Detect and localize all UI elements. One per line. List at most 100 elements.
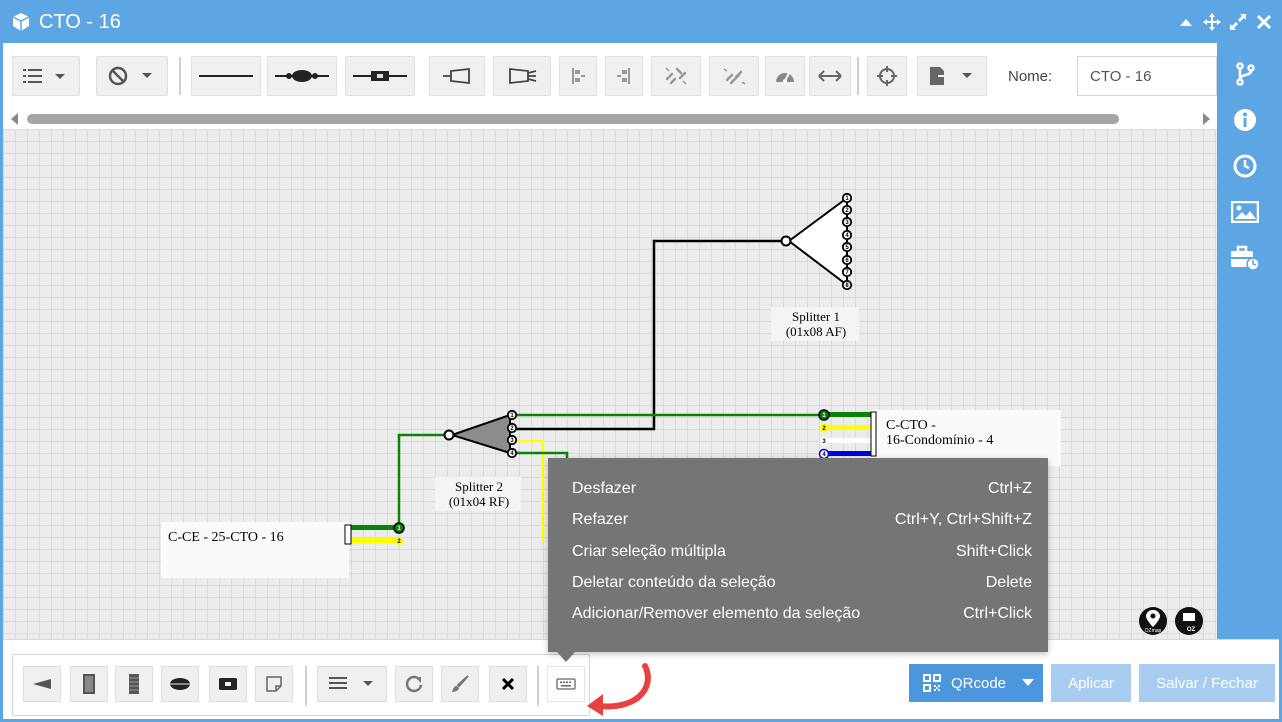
- collapse-icon[interactable]: [1175, 11, 1197, 33]
- shortcut-label: Adicionar/Remover elemento da seleção: [572, 605, 861, 622]
- cable-line-button[interactable]: [191, 56, 261, 96]
- image-icon[interactable]: [1230, 197, 1260, 227]
- export-menu-button[interactable]: [917, 56, 987, 96]
- oz-logo: OZ: [1175, 607, 1203, 635]
- arrows-horizontal-button[interactable]: [809, 56, 851, 96]
- qrcode-icon: [923, 674, 941, 692]
- cube-icon: [12, 13, 30, 31]
- shortcut-label: Deletar conteúdo da seleção: [572, 574, 776, 591]
- keyboard-shortcuts-tooltip: Desfazer Ctrl+Z Refazer Ctrl+Y, Ctrl+Shi…: [548, 458, 1048, 652]
- delete-icon: [501, 677, 515, 691]
- shortcut-keys: Ctrl+Y, Ctrl+Shift+Z: [894, 511, 1032, 528]
- unlink-button[interactable]: [651, 56, 701, 96]
- dashboard-icon: [776, 72, 794, 83]
- shortcut-keys: Ctrl+Z: [988, 480, 1032, 497]
- shortcut-keys: Shift+Click: [955, 543, 1032, 560]
- bottom-separator: [305, 666, 307, 706]
- splitter-2[interactable]: 1 2 3 4 Splitter 2 (01x04 RF): [435, 409, 521, 511]
- info-icon[interactable]: [1230, 105, 1260, 135]
- link-icon: [723, 68, 746, 85]
- connector-tool-button[interactable]: [209, 666, 247, 702]
- toolbox-icon[interactable]: [1230, 243, 1260, 273]
- expand-icon[interactable]: [1227, 11, 1249, 33]
- fiber-black-wire[interactable]: [512, 239, 782, 431]
- shortcut-label: Desfazer: [572, 480, 637, 497]
- chevron-down-icon: [1022, 679, 1035, 686]
- delete-button[interactable]: [489, 666, 527, 702]
- shortcut-label: Criar seleção múltipla: [572, 543, 726, 560]
- align-left-button[interactable]: [559, 56, 597, 96]
- box-tool-icon: [83, 674, 95, 694]
- toolbar-separator: [857, 57, 859, 95]
- link-button[interactable]: [709, 56, 759, 96]
- aplicar-button[interactable]: Aplicar: [1051, 664, 1131, 702]
- shortcut-row-undo: Desfazer Ctrl+Z: [548, 474, 1048, 505]
- splitter-in-button[interactable]: [429, 56, 485, 96]
- box-tool-button[interactable]: [70, 666, 108, 702]
- nome-label: Nome:: [1008, 68, 1053, 85]
- keyboard-shortcuts-button[interactable]: [547, 666, 585, 702]
- splitter-out-button[interactable]: [493, 56, 551, 96]
- align-right-icon: [617, 68, 630, 84]
- splitter2-type: (01x04 RF): [449, 494, 509, 509]
- column-tool-button[interactable]: [115, 666, 153, 702]
- ban-icon: [108, 66, 152, 86]
- splitter-out-icon: [509, 67, 537, 85]
- cto-editor-window: CTO - 16 Nome: CTO - 16 1 2 3 4 5 6 7 8 …: [0, 0, 1282, 722]
- dashboard-button[interactable]: [765, 56, 805, 96]
- cable-ce-name: C-CE - 25-CTO - 16: [168, 530, 284, 545]
- top-toolbar: Nome:: [3, 43, 1217, 109]
- branch-icon[interactable]: [1230, 59, 1260, 89]
- eye-tool-button[interactable]: [161, 666, 199, 702]
- cable-line-icon: [199, 75, 253, 77]
- qrcode-button[interactable]: QRcode: [909, 664, 1043, 702]
- shortcut-row-toggle-selection: Adicionar/Remover elemento da seleção Ct…: [548, 599, 1048, 630]
- scroll-right-icon[interactable]: [1203, 113, 1210, 125]
- ban-menu-button[interactable]: [96, 56, 168, 96]
- column-tool-icon: [129, 674, 139, 694]
- nome-input[interactable]: [1077, 56, 1217, 96]
- align-left-icon: [572, 68, 585, 84]
- splitter-tool-button[interactable]: [23, 666, 61, 702]
- align-right-button[interactable]: [605, 56, 643, 96]
- move-icon[interactable]: [1201, 11, 1223, 33]
- note-tool-button[interactable]: [255, 666, 293, 702]
- keyboard-icon: [556, 678, 576, 690]
- toolbar-separator: [179, 57, 181, 95]
- list-menu-button[interactable]: [12, 56, 80, 96]
- align-menu-button[interactable]: [317, 666, 387, 702]
- salvar-fechar-button[interactable]: Salvar / Fechar: [1139, 664, 1275, 702]
- clock-icon[interactable]: [1230, 151, 1260, 181]
- splitter2-name: Splitter 2: [455, 479, 503, 494]
- bottom-separator: [537, 666, 539, 706]
- scrollbar-thumb[interactable]: [27, 114, 1119, 124]
- brush-button[interactable]: [441, 666, 479, 702]
- shortcut-row-redo: Refazer Ctrl+Y, Ctrl+Shift+Z: [548, 505, 1048, 536]
- cable-cto-name-2: 16-Condomínio - 4: [886, 433, 993, 448]
- title-bar: CTO - 16: [3, 3, 1279, 43]
- shortcut-keys: Delete: [985, 574, 1032, 591]
- align-menu-icon: [329, 677, 373, 689]
- list-icon: [23, 69, 65, 83]
- unlink-icon: [665, 67, 687, 85]
- ozmap-logo-text: OZmap: [1145, 628, 1162, 634]
- crosshair-button[interactable]: [867, 56, 907, 96]
- scroll-left-icon[interactable]: [11, 113, 18, 125]
- export-icon: [930, 67, 972, 85]
- redo-button[interactable]: [395, 666, 433, 702]
- splitter1-type: (01x08 AF): [786, 324, 846, 339]
- splitter-1[interactable]: 1 2 3 4 5 6 7 8 Splitter 1 (01x08 AF): [771, 192, 859, 341]
- redo-icon: [405, 675, 423, 693]
- splice-button[interactable]: [267, 56, 337, 96]
- cable-c-ce[interactable]: 1 2 C-CE - 25-CTO - 16: [161, 522, 405, 578]
- oz-logo-text: OZ: [1187, 627, 1196, 633]
- cable-cto-name-1: C-CTO -: [886, 418, 936, 433]
- shortcut-keys: Ctrl+Click: [963, 605, 1032, 622]
- shortcut-row-delete: Deletar conteúdo da seleção Delete: [548, 568, 1048, 599]
- qrcode-label: QRcode: [951, 674, 1007, 692]
- horizontal-scrollbar[interactable]: [3, 109, 1217, 129]
- brush-icon: [452, 675, 469, 692]
- close-icon[interactable]: [1253, 11, 1275, 33]
- connector-button[interactable]: [345, 56, 415, 96]
- arrows-horizontal-icon: [818, 70, 842, 82]
